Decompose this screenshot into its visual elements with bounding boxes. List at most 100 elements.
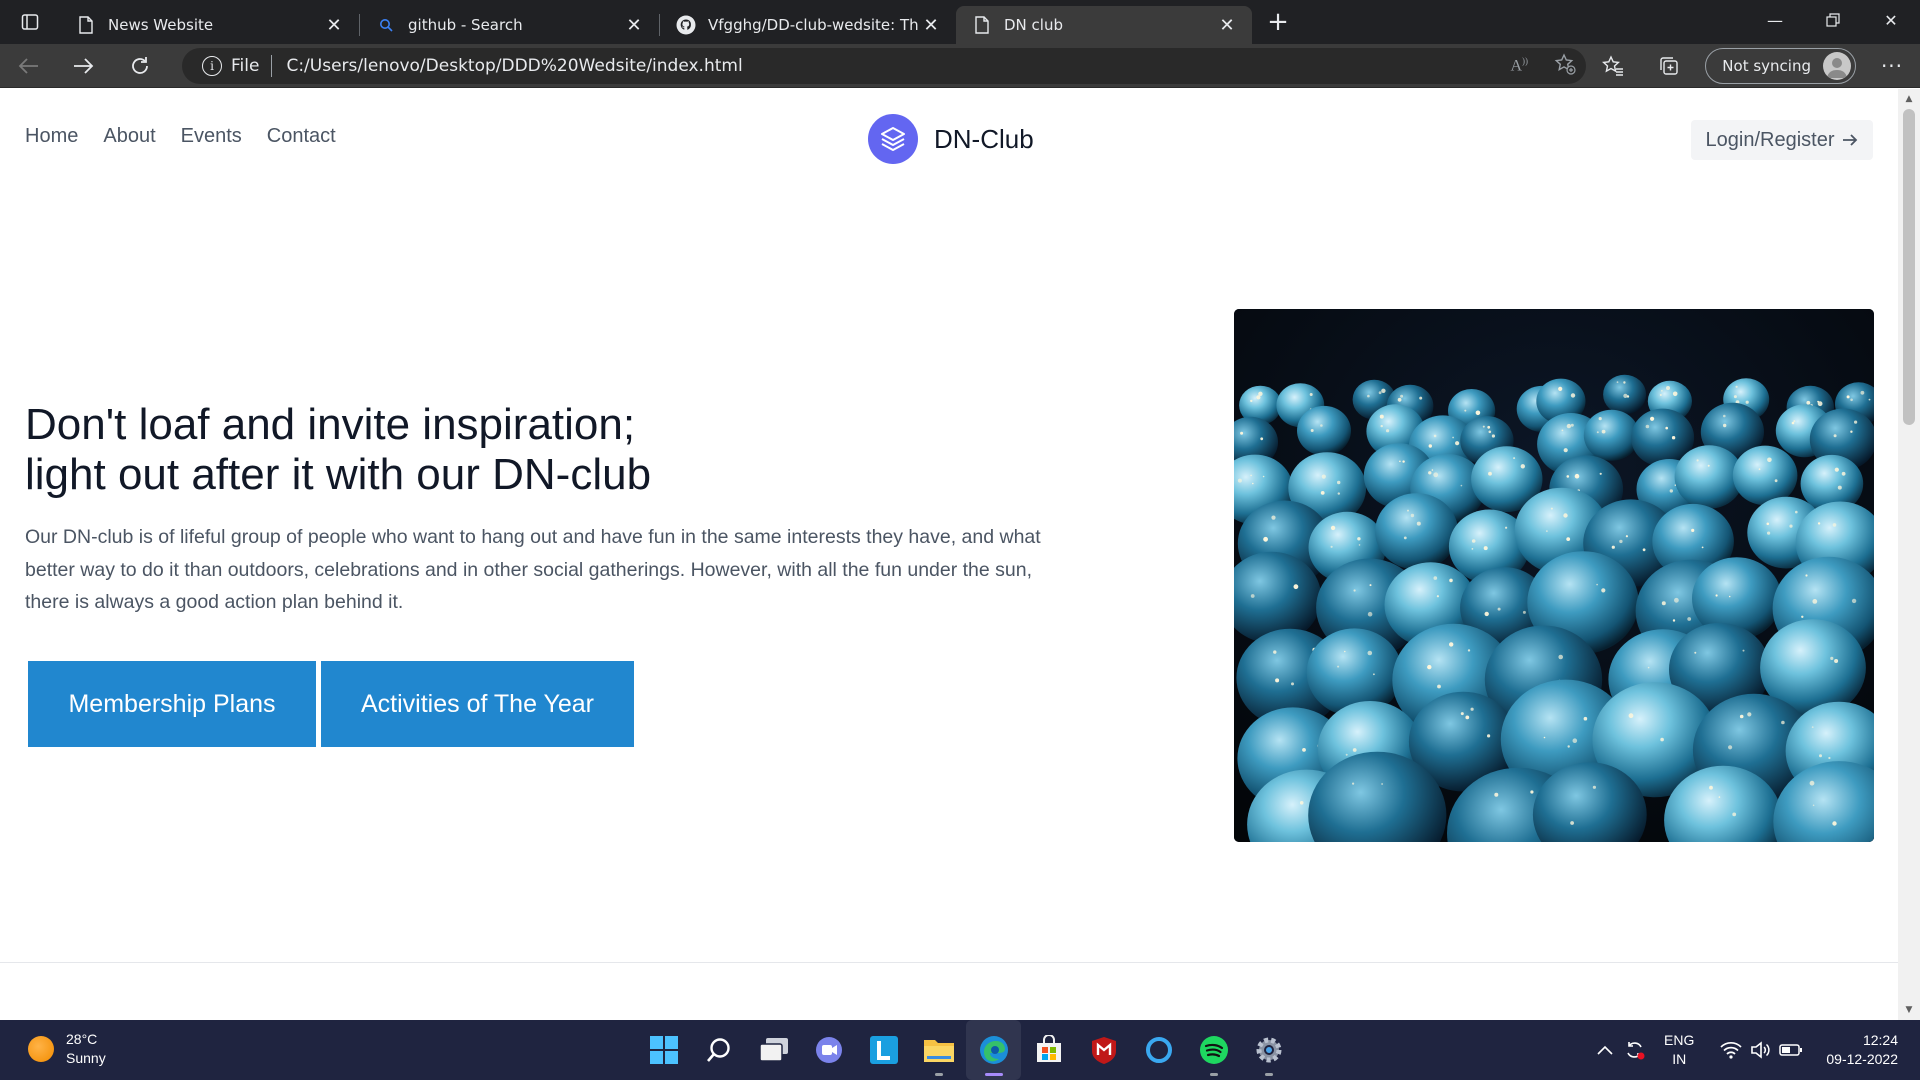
spotify-icon: [1199, 1036, 1228, 1064]
add-favorite-icon[interactable]: [1554, 52, 1576, 80]
layers-logo-icon: [868, 114, 918, 164]
running-indicator: [985, 1073, 1003, 1076]
running-indicator: [935, 1073, 943, 1076]
running-indicator: [1265, 1073, 1273, 1076]
nav-contact[interactable]: Contact: [267, 125, 336, 148]
teams-chat-button[interactable]: [801, 1020, 856, 1080]
tab-dn-club[interactable]: DN club ✕: [956, 6, 1252, 44]
mcafee-button[interactable]: [1076, 1020, 1131, 1080]
tab-actions-button[interactable]: [0, 0, 60, 44]
address-bar[interactable]: i File C:/Users/lenovo/Desktop/DDD%20Wed…: [182, 48, 1586, 84]
tab-actions-icon: [21, 14, 39, 30]
nav-home[interactable]: Home: [25, 125, 78, 148]
sun-icon: [28, 1036, 54, 1062]
settings-more-button[interactable]: ···: [1864, 44, 1920, 88]
scheme-label: File: [231, 56, 260, 76]
scrollbar-thumb[interactable]: [1903, 109, 1915, 425]
back-button[interactable]: [0, 44, 56, 88]
clock[interactable]: 12:24 09-12-2022: [1826, 1031, 1898, 1069]
l-app-icon: [869, 1036, 898, 1064]
settings-button[interactable]: [1241, 1020, 1296, 1080]
close-icon[interactable]: ✕: [1216, 14, 1238, 36]
hero-title: Don't loaf and invite inspiration; light…: [25, 400, 651, 500]
close-icon[interactable]: ✕: [920, 14, 942, 36]
refresh-icon: [132, 56, 148, 74]
restore-button[interactable]: [1804, 0, 1862, 40]
close-icon[interactable]: ✕: [323, 14, 345, 36]
info-icon[interactable]: i: [202, 56, 222, 76]
minimize-button[interactable]: —: [1746, 0, 1804, 40]
region-code: IN: [1672, 1051, 1687, 1067]
close-window-button[interactable]: ✕: [1862, 0, 1920, 40]
membership-plans-button[interactable]: Membership Plans: [28, 661, 316, 747]
volume-icon[interactable]: [1746, 1041, 1776, 1059]
spotify-button[interactable]: [1186, 1020, 1241, 1080]
tab-github-search[interactable]: github - Search ✕: [360, 7, 659, 43]
start-button[interactable]: [636, 1020, 691, 1080]
toolbar-right: Not syncing ···: [1585, 44, 1920, 88]
login-register-button[interactable]: Login/Register: [1691, 120, 1873, 160]
hero-title-line-2: light out after it with our DN-club: [25, 450, 652, 499]
github-icon: [676, 15, 696, 35]
edge-icon: [979, 1036, 1008, 1064]
task-view-button[interactable]: [746, 1020, 801, 1080]
l-app-button[interactable]: [856, 1020, 911, 1080]
file-explorer-button[interactable]: [911, 1020, 966, 1080]
login-label: Login/Register: [1705, 128, 1835, 151]
battery-icon[interactable]: [1776, 1043, 1806, 1057]
site-brand[interactable]: DN-Club: [868, 114, 1034, 164]
favorites-button[interactable]: [1585, 44, 1641, 88]
system-tray: ENG IN 12:24 09-12-2022: [1590, 1020, 1920, 1080]
close-icon: ✕: [1884, 10, 1898, 30]
activities-button[interactable]: Activities of The Year: [321, 661, 634, 747]
more-icon: ···: [1880, 54, 1904, 78]
taskbar-search-button[interactable]: [691, 1020, 746, 1080]
tab-github-repo[interactable]: Vfgghg/DD-club-wedsite: This is ✕: [660, 7, 956, 43]
hero-buttons: Membership Plans Activities of The Year: [28, 661, 634, 747]
weather-condition: Sunny: [66, 1050, 106, 1066]
hero-text-line-3: there is always a good action plan behin…: [25, 591, 404, 613]
sync-icon[interactable]: [1620, 1039, 1650, 1061]
refresh-button[interactable]: [112, 44, 168, 88]
weather-widget[interactable]: 28°C Sunny: [28, 1030, 106, 1068]
close-icon[interactable]: ✕: [623, 14, 645, 36]
new-tab-button[interactable]: +: [1258, 2, 1298, 42]
mcafee-icon: [1091, 1037, 1116, 1064]
running-indicator: [1210, 1073, 1218, 1076]
taskbar-apps: [636, 1020, 1296, 1080]
edge-button[interactable]: [966, 1020, 1021, 1080]
chevron-up-icon[interactable]: [1590, 1045, 1620, 1055]
search-icon: [376, 15, 396, 35]
url-text[interactable]: C:/Users/lenovo/Desktop/DDD%20Wedsite/in…: [286, 56, 742, 76]
nav-about[interactable]: About: [103, 125, 155, 148]
windows-taskbar: 28°C Sunny ENG IN 12:24 09-12-2022: [0, 1020, 1920, 1080]
profile-label: Not syncing: [1722, 57, 1811, 75]
tab-title: github - Search: [408, 16, 523, 34]
page-scrollbar[interactable]: ▲ ▼: [1898, 89, 1920, 1020]
hero-description: Our DN-club is of lifeful group of peopl…: [25, 521, 1085, 619]
tab-title: Vfgghg/DD-club-wedsite: This is: [708, 16, 920, 34]
scroll-up-icon[interactable]: ▲: [1898, 91, 1920, 107]
file-explorer-icon: [923, 1040, 954, 1062]
favorites-icon: [1602, 55, 1624, 76]
tab-news-website[interactable]: News Website ✕: [60, 7, 359, 43]
read-aloud-icon[interactable]: A)): [1510, 56, 1528, 75]
browser-tab-bar: News Website ✕ github - Search ✕ Vfgghg/…: [0, 0, 1920, 44]
language-code: ENG: [1664, 1032, 1695, 1048]
scroll-down-icon[interactable]: ▼: [1898, 1002, 1920, 1018]
collections-button[interactable]: [1641, 44, 1697, 88]
cortana-button[interactable]: [1131, 1020, 1186, 1080]
language-indicator[interactable]: ENG IN: [1664, 1031, 1694, 1069]
balloons-image: [1234, 309, 1874, 842]
page-icon: [76, 15, 96, 35]
nav-events[interactable]: Events: [181, 125, 242, 148]
wifi-icon[interactable]: [1716, 1041, 1746, 1059]
clock-time: 12:24: [1862, 1032, 1898, 1048]
task-view-icon: [758, 1038, 788, 1062]
forward-button[interactable]: [56, 44, 112, 88]
minimize-icon: —: [1767, 10, 1783, 30]
collections-icon: [1660, 57, 1678, 75]
store-button[interactable]: [1021, 1020, 1076, 1080]
tab-title: News Website: [108, 16, 214, 34]
profile-button[interactable]: Not syncing: [1705, 48, 1856, 84]
